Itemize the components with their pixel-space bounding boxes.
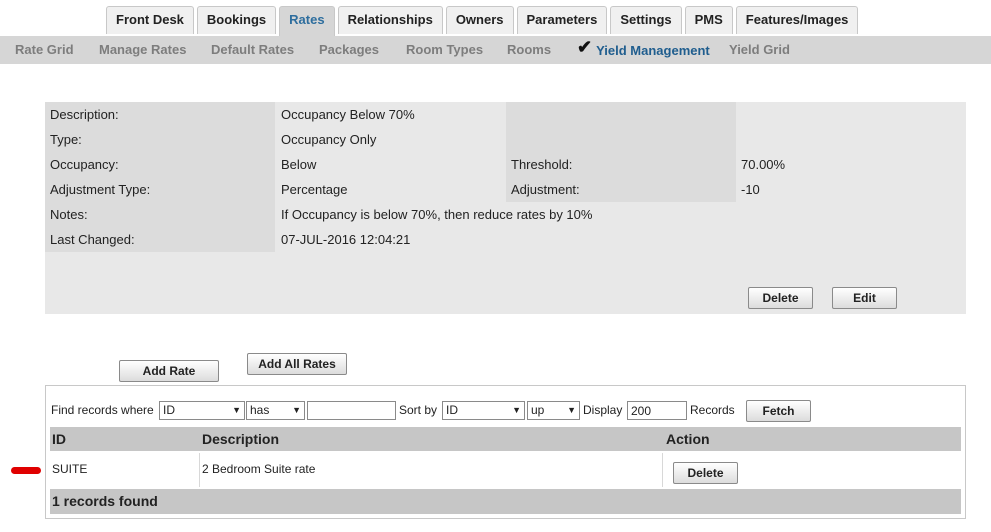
tab-pms[interactable]: PMS [684,6,733,34]
tab-front-desk[interactable]: Front Desk [106,6,194,34]
subnav-rate-grid[interactable]: Rate Grid [15,36,74,63]
main-tab-bar: Front Desk Bookings Rates Relationships … [106,6,859,36]
description-label: Description: [45,102,275,127]
empty-cell [506,102,736,152]
sub-navigation: Rate Grid Manage Rates Default Rates Pac… [0,36,991,64]
subnav-yield-management-label: Yield Management [596,43,710,58]
annotation-marker [11,467,41,474]
table-row: SUITE 2 Bedroom Suite rate Delete [50,453,961,487]
dropdown-arrow-icon: ▼ [567,405,576,415]
tab-rates[interactable]: Rates [279,6,335,36]
subnav-yield-management[interactable]: ✔ Yield Management [577,36,710,64]
sort-direction-value: up [531,403,545,417]
display-label: Display [583,403,623,417]
threshold-label: Threshold: [506,152,736,177]
rates-records-panel: Find records where ID ▼ has ▼ Sort by ID… [45,385,966,519]
occupancy-value: Below [281,157,317,172]
subnav-default-rates[interactable]: Default Rates [211,36,294,63]
adjustment-type-value: Percentage [281,182,348,197]
dropdown-arrow-icon: ▼ [292,405,301,415]
sort-field-value: ID [446,403,458,417]
display-count-input[interactable] [627,401,687,420]
threshold-value: 70.00% [741,157,786,172]
last-changed-label: Last Changed: [45,227,275,252]
column-header-action: Action [666,431,710,447]
find-field-value: ID [163,403,175,417]
dropdown-arrow-icon: ▼ [512,405,521,415]
yield-rule-detail: Description: Occupancy Below 70% Type: O… [45,102,966,314]
last-changed-value: 07-JUL-2016 12:04:21 [281,232,411,247]
find-field-select[interactable]: ID ▼ [159,401,245,420]
adjustment-label: Adjustment: [506,177,736,202]
checkmark-icon: ✔ [577,37,593,57]
tab-relationships[interactable]: Relationships [337,6,443,34]
tab-settings[interactable]: Settings [610,6,682,34]
fetch-button[interactable]: Fetch [746,400,811,422]
subnav-packages[interactable]: Packages [319,36,379,63]
notes-label: Notes: [45,202,275,227]
column-header-id[interactable]: ID [50,427,200,451]
find-operator-value: has [250,403,270,417]
tab-owners[interactable]: Owners [445,6,514,34]
type-value: Occupancy Only [281,132,377,147]
table-header: ID Description Action [50,427,961,451]
tab-features-images[interactable]: Features/Images [735,6,859,34]
find-label: Find records where [51,403,154,417]
subnav-yield-grid[interactable]: Yield Grid [729,36,790,63]
records-count-footer: 1 records found [50,489,961,514]
row-description: 2 Bedroom Suite rate [200,453,663,487]
adjustment-value: -10 [741,182,760,197]
subnav-manage-rates[interactable]: Manage Rates [99,36,186,63]
sort-direction-select[interactable]: up ▼ [527,401,580,420]
subnav-room-types[interactable]: Room Types [406,36,483,63]
tab-bookings[interactable]: Bookings [196,6,277,34]
occupancy-label: Occupancy: [45,152,275,177]
adjustment-type-label: Adjustment Type: [45,177,275,202]
type-label: Type: [45,127,275,152]
edit-rule-button[interactable]: Edit [832,287,897,309]
find-search-input[interactable] [307,401,396,420]
notes-value: If Occupancy is below 70%, then reduce r… [281,207,593,222]
delete-row-button[interactable]: Delete [673,462,738,484]
subnav-rooms[interactable]: Rooms [507,36,551,63]
sort-field-select[interactable]: ID ▼ [442,401,525,420]
row-id[interactable]: SUITE [50,453,200,487]
add-rate-button[interactable]: Add Rate [119,360,219,382]
dropdown-arrow-icon: ▼ [232,405,241,415]
column-header-description[interactable]: Description [200,427,663,451]
find-operator-select[interactable]: has ▼ [246,401,305,420]
delete-rule-button[interactable]: Delete [748,287,813,309]
records-label: Records [690,403,735,417]
tab-parameters[interactable]: Parameters [516,6,608,34]
sort-by-label: Sort by [399,403,438,417]
description-value: Occupancy Below 70% [281,107,415,122]
row-action-cell: Delete [663,453,961,487]
add-all-rates-button[interactable]: Add All Rates [247,353,347,375]
